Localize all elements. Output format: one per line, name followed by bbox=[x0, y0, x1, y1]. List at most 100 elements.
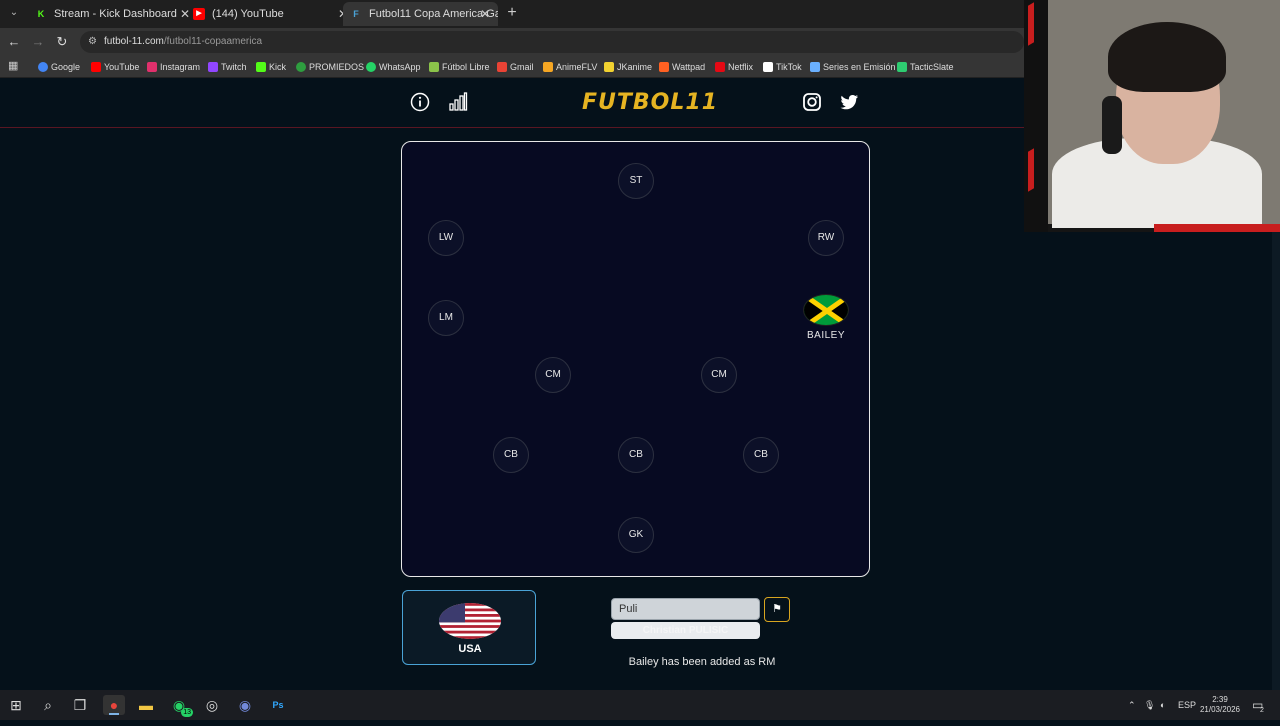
bookmark-futbol-libre[interactable]: Fútbol Libre bbox=[429, 56, 490, 78]
twitter-icon[interactable] bbox=[839, 92, 859, 112]
country-card: USA bbox=[402, 590, 536, 665]
give-up-flag-button[interactable]: ⚑ bbox=[764, 597, 790, 622]
page-scrollbar[interactable] bbox=[1272, 232, 1280, 690]
streamer-hair bbox=[1108, 22, 1226, 92]
futbol11-logo: FUTBOL11 bbox=[582, 90, 719, 115]
tray-chevron-icon[interactable]: ⌃ bbox=[1128, 690, 1136, 720]
netflix-icon bbox=[715, 62, 725, 72]
site-header: FUTBOL11 bbox=[0, 78, 1024, 128]
search-icon[interactable]: ⌕ bbox=[37, 695, 59, 715]
futbol11-icon: F bbox=[353, 9, 359, 19]
page-right-area bbox=[1024, 232, 1280, 690]
network-icon[interactable]: ◐ bbox=[1160, 690, 1165, 720]
bookmark-google[interactable]: Google bbox=[38, 56, 80, 78]
tacticslate-icon bbox=[897, 62, 907, 72]
position-slot-cm-right[interactable]: CM bbox=[701, 357, 737, 393]
bookmark-youtube[interactable]: YouTube bbox=[91, 56, 139, 78]
windows-icon[interactable]: ⊞ bbox=[5, 695, 27, 715]
twitch-icon bbox=[208, 62, 218, 72]
back-icon[interactable]: ← bbox=[6, 34, 22, 50]
placed-player-rm[interactable]: BAILEY bbox=[796, 294, 856, 341]
whatsapp-icon bbox=[366, 62, 376, 72]
bookmark-jkanime[interactable]: JKanime bbox=[604, 56, 652, 78]
obs-icon[interactable]: ◎ bbox=[201, 695, 223, 715]
task-view-icon[interactable]: ❐ bbox=[69, 695, 91, 715]
microphone-icon[interactable]: 🎙 bbox=[1144, 690, 1155, 720]
kick-icon bbox=[256, 62, 266, 72]
bookmark-animeflv[interactable]: AnimeFLV bbox=[543, 56, 597, 78]
url-text: futbol-11.com/futbol11-copaamerica bbox=[104, 36, 263, 47]
bookmark-tacticslate[interactable]: TacticSlate bbox=[897, 56, 954, 78]
bookmark-promiedos[interactable]: PROMIEDOS bbox=[296, 56, 364, 78]
new-tab-icon[interactable]: + bbox=[504, 4, 520, 22]
apps-grid-icon[interactable]: ▦ bbox=[8, 60, 20, 72]
tab-search-chevron-icon[interactable]: ⌄ bbox=[6, 5, 22, 21]
position-slot-cb-center[interactable]: CB bbox=[618, 437, 654, 473]
bookmark-wattpad[interactable]: Wattpad bbox=[659, 56, 705, 78]
stats-icon[interactable] bbox=[448, 92, 468, 112]
kick-icon: K bbox=[37, 9, 45, 19]
tab-title: Stream - Kick Dashboard bbox=[54, 8, 177, 20]
whatsapp-icon[interactable]: ◉ 13 bbox=[168, 695, 193, 717]
position-slot-cb-right[interactable]: CB bbox=[743, 437, 779, 473]
bookmark-whatsapp[interactable]: WhatsApp bbox=[366, 56, 421, 78]
position-slot-lm[interactable]: LM bbox=[428, 300, 464, 336]
instagram-icon bbox=[147, 62, 157, 72]
usa-flag bbox=[439, 603, 501, 639]
webcam-frame-decoration bbox=[1024, 0, 1048, 232]
google-icon bbox=[38, 62, 48, 72]
formation-pitch: ST LW RW LM BAILEY CM CM CB CB CB GK bbox=[401, 141, 870, 577]
player-suggestion[interactable]: Christian PULISIC bbox=[611, 622, 760, 639]
file-explorer-icon[interactable]: ▬ bbox=[135, 695, 157, 715]
bookmark-series-en-emision[interactable]: Series en Emisión bbox=[810, 56, 896, 78]
player-search-input[interactable] bbox=[611, 598, 760, 620]
player-name: BAILEY bbox=[806, 330, 846, 341]
close-tab-icon[interactable]: ✕ bbox=[480, 2, 490, 26]
webcam-overlay bbox=[1024, 0, 1280, 232]
forward-icon[interactable]: → bbox=[30, 34, 46, 50]
position-slot-gk[interactable]: GK bbox=[618, 517, 654, 553]
position-slot-cb-left[interactable]: CB bbox=[493, 437, 529, 473]
position-slot-rw[interactable]: RW bbox=[808, 220, 844, 256]
tab-youtube[interactable]: ▶ (144) YouTube ✕ bbox=[186, 2, 356, 26]
bookmark-gmail[interactable]: Gmail bbox=[497, 56, 534, 78]
system-clock[interactable]: 2:39 21/03/2026 bbox=[1198, 695, 1242, 715]
position-slot-st[interactable]: ST bbox=[618, 163, 654, 199]
position-slot-cm-left[interactable]: CM bbox=[535, 357, 571, 393]
promiedos-icon bbox=[296, 62, 306, 72]
bookmark-netflix[interactable]: Netflix bbox=[715, 56, 753, 78]
tab-title: (144) YouTube bbox=[212, 8, 284, 20]
futbol-libre-icon bbox=[429, 62, 439, 72]
site-info-icon[interactable]: ⚙ bbox=[88, 36, 100, 48]
flag-icon: ⚑ bbox=[772, 603, 782, 615]
url-bar[interactable]: ⚙ futbol-11.com/futbol11-copaamerica bbox=[80, 31, 1024, 53]
headset-icon bbox=[1102, 96, 1122, 154]
reload-icon[interactable]: ↻ bbox=[54, 34, 70, 50]
info-icon[interactable] bbox=[410, 92, 430, 112]
tiktok-icon bbox=[763, 62, 773, 72]
bookmark-instagram[interactable]: Instagram bbox=[147, 56, 200, 78]
bookmark-twitch[interactable]: Twitch bbox=[208, 56, 247, 78]
photoshop-icon[interactable]: Ps bbox=[267, 695, 289, 715]
chrome-icon[interactable]: ● bbox=[103, 695, 125, 715]
jamaica-flag bbox=[803, 294, 849, 326]
position-slot-lw[interactable]: LW bbox=[428, 220, 464, 256]
country-name: USA bbox=[458, 643, 482, 655]
notification-icon[interactable]: ▭ 2 bbox=[1252, 690, 1264, 720]
jkanime-icon bbox=[604, 62, 614, 72]
webcam-frame-accent bbox=[1154, 224, 1280, 232]
bookmark-kick[interactable]: Kick bbox=[256, 56, 286, 78]
tab-futbol11[interactable]: F Futbol11 Copa America Game ✕ bbox=[343, 2, 498, 26]
wattpad-icon bbox=[659, 62, 669, 72]
instagram-icon[interactable] bbox=[802, 92, 822, 112]
windows-taskbar: ⊞ ⌕ ❐ ● ▬ ◉ 13 ◎ ◉ Ps ⌃ 🎙 ◐ ESP 2:39 21/0… bbox=[0, 690, 1280, 720]
discord-icon[interactable]: ◉ bbox=[234, 695, 256, 715]
animeflv-icon bbox=[543, 62, 553, 72]
youtube-icon: ▶ bbox=[193, 8, 205, 20]
language-indicator[interactable]: ESP bbox=[1178, 690, 1196, 720]
futbol11-page: FUTBOL11 ST LW RW LM BAILEY CM CM CB CB … bbox=[0, 78, 1024, 690]
tab-kick-dashboard[interactable]: K Stream - Kick Dashboard ✕ bbox=[28, 2, 198, 26]
tab-title: Futbol11 Copa America Game bbox=[369, 8, 498, 20]
youtube-icon bbox=[91, 62, 101, 72]
bookmark-tiktok[interactable]: TikTok bbox=[763, 56, 802, 78]
